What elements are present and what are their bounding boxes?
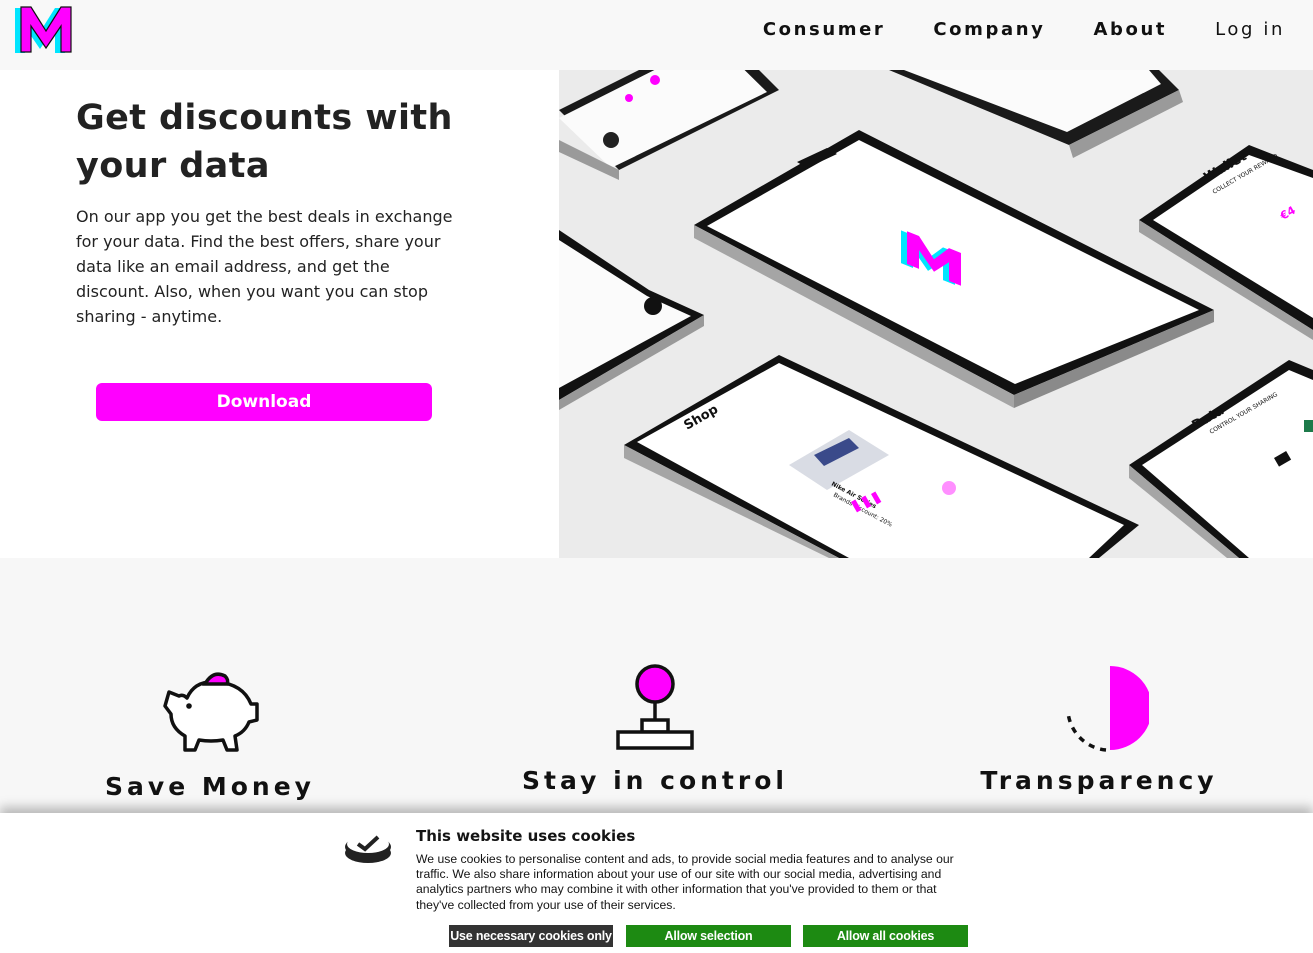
logo-icon[interactable] [12,4,74,54]
feature-transparency: Transparency [939,558,1259,795]
allow-selection-button[interactable]: Allow selection [626,925,791,947]
nav-login-link[interactable]: Log in [1215,19,1285,40]
features-section: Save Money Stay in control Transparency [0,558,1313,818]
feature-title-stay-in-control: Stay in control [522,766,788,795]
feature-stay-in-control: Stay in control [495,558,815,795]
hero-title: Get discounts with your data [76,98,453,186]
cookie-check-icon [345,835,391,863]
nav-links: Consumer Company About Log in [715,0,1313,58]
nav-company-link[interactable]: Company [933,19,1045,40]
hero-section: Get discounts with your data On our app … [0,70,1313,558]
nav-about-link[interactable]: About [1094,19,1168,40]
phones-mockup-image: Wallet COLLECT YOUR REWARD €4 Shop Nike … [559,70,1313,558]
feature-save-money: Save Money [50,558,370,801]
top-nav: Consumer Company About Log in [0,0,1313,70]
phones-illustration: Wallet COLLECT YOUR REWARD €4 Shop Nike … [559,70,1313,558]
cookie-text: We use cookies to personalise content an… [416,852,954,912]
download-button[interactable]: Download [96,383,432,421]
feature-title-save-money: Save Money [105,772,315,801]
cookie-banner: This website uses cookies We use cookies… [0,813,1313,953]
piggy-bank-icon [163,672,259,752]
hero-description: On our app you get the best deals in exc… [76,207,453,326]
half-circle-icon [1066,666,1149,752]
feature-title-transparency: Transparency [980,766,1218,795]
allow-all-cookies-button[interactable]: Allow all cookies [803,925,968,947]
necessary-cookies-button[interactable]: Use necessary cookies only [449,925,613,947]
cookie-title: This website uses cookies [416,827,636,845]
nav-consumer-link[interactable]: Consumer [763,19,886,40]
joystick-icon [616,664,694,750]
